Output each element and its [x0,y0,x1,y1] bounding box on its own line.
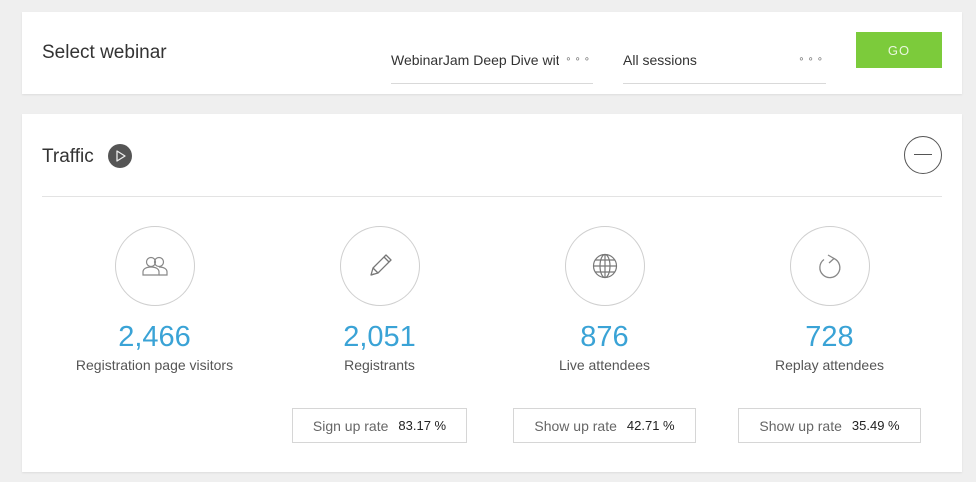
stat-registration-page-visitors: 2,466 Registration page visitors [42,226,267,373]
stat-value: 2,051 [343,321,416,353]
stat-label: Live attendees [558,356,651,373]
session-select-value: All sessions [623,51,697,68]
session-select[interactable]: All sessions ∘∘∘ [623,40,826,84]
rate-label: Sign up rate [312,417,389,434]
stat-replay-attendees: 728 Replay attendees [717,226,942,373]
rate-label: Show up rate [534,417,617,434]
rate-value: 35.49 % [851,418,900,433]
play-icon[interactable] [108,144,132,168]
pencil-icon [339,226,420,306]
sign-up-rate-box: Sign up rate 83.17 % [292,408,467,443]
stat-label: Registration page visitors [75,356,234,373]
traffic-title: Traffic [42,146,94,167]
more-options-icon: ∘∘∘ [798,54,826,65]
rate-value: 83.17 % [398,418,447,433]
stat-value: 2,466 [118,321,191,353]
stat-live-attendees: 876 Live attendees [492,226,717,373]
rate-label: Show up rate [759,417,842,434]
stat-value: 876 [580,321,629,353]
webinar-select-value: WebinarJam Deep Dive with [391,51,559,68]
divider [42,196,942,197]
webinar-select[interactable]: WebinarJam Deep Dive with ∘∘∘ [391,40,593,84]
select-webinar-title: Select webinar [42,42,167,63]
more-options-icon: ∘∘∘ [565,54,593,65]
stat-registrants: 2,051 Registrants [267,226,492,373]
rate-value: 42.71 % [626,418,675,433]
stat-label: Registrants [344,356,415,373]
users-icon [114,226,195,306]
traffic-card: Traffic 2,466 Registration page visitors [22,114,962,472]
live-show-up-rate-box: Show up rate 42.71 % [513,408,696,443]
replay-show-up-rate-box: Show up rate 35.49 % [738,408,921,443]
go-button[interactable]: GO [856,32,942,68]
collapse-icon[interactable] [904,136,942,174]
select-webinar-card: Select webinar WebinarJam Deep Dive with… [22,12,962,94]
replay-icon [789,226,870,306]
stat-value: 728 [805,321,854,353]
globe-icon [564,226,645,306]
stat-label: Replay attendees [775,356,884,373]
